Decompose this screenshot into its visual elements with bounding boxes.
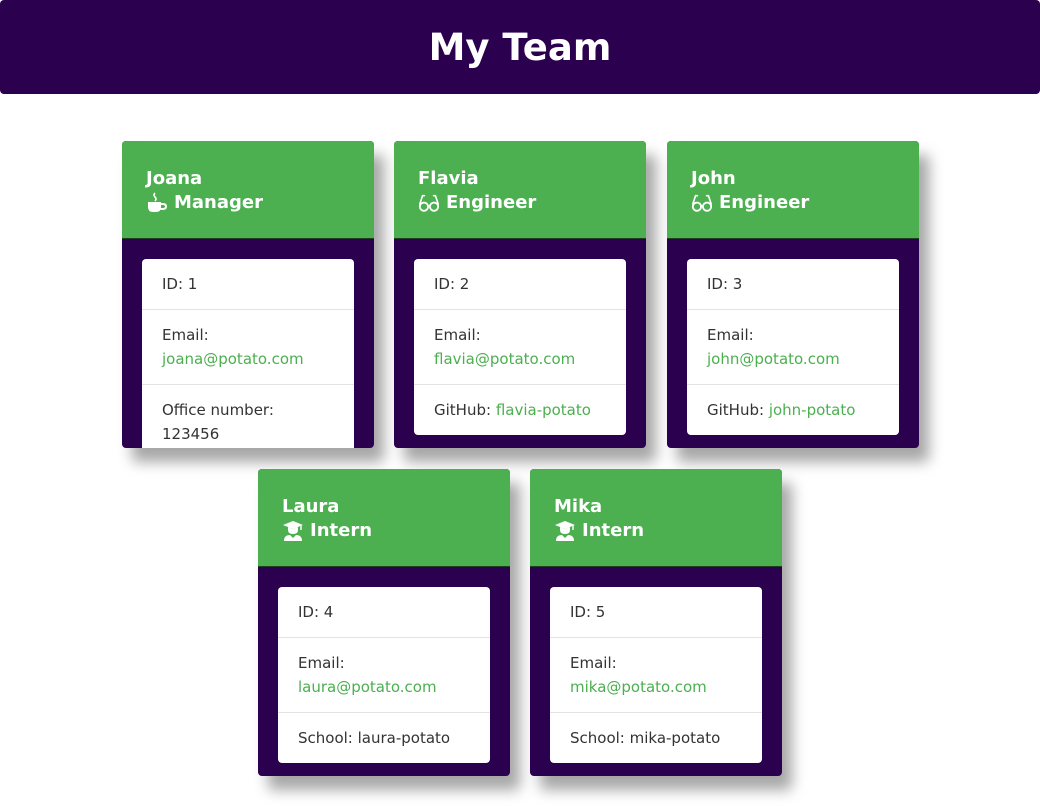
github-label: GitHub: [434,401,496,419]
school-label: School: [570,729,630,747]
glasses-icon [691,192,713,214]
office-number-value: 123456 [162,425,220,443]
employee-id: ID: 5 [550,587,762,638]
email-link[interactable]: flavia@potato.com [434,347,606,371]
coffee-icon [146,192,168,214]
employee-id: ID: 3 [687,259,899,310]
employee-role: Engineer [418,191,646,215]
card-header: Flavia Engineer [394,141,646,239]
email-label: Email: [298,654,345,672]
school-label: School: [298,729,358,747]
employee-details: ID: 2 Email: flavia@potato.com GitHub: f… [414,259,626,435]
github-link[interactable]: flavia-potato [496,401,591,419]
employee-id: ID: 4 [278,587,490,638]
employee-name: Flavia [418,168,479,189]
employee-role-label: Engineer [446,192,537,213]
github-row: GitHub: john-potato [687,385,899,435]
employee-details: ID: 4 Email: laura@potato.com School: la… [278,587,490,763]
glasses-icon [418,192,440,214]
employee-card: Joana Manager ID: 1 Email: joana@potato.… [122,141,374,448]
card-header: Mika Intern [530,469,782,567]
school-row: School: mika-potato [550,713,762,763]
card-header: Laura Intern [258,469,510,567]
employee-role: Intern [282,519,510,543]
page-header: My Team [0,0,1040,94]
employee-name: Mika [554,496,603,517]
employee-role-label: Engineer [719,192,810,213]
employee-role-label: Intern [310,520,373,541]
employee-role: Engineer [691,191,919,215]
employee-card: Mika Intern ID: 5 Email: mika@potato.com… [530,469,782,776]
employee-card: John Engineer ID: 3 Email: john@potato.c… [667,141,919,448]
page-title: My Team [428,25,612,69]
github-label: GitHub: [707,401,769,419]
email-link[interactable]: john@potato.com [707,347,879,371]
employee-id: ID: 1 [142,259,354,310]
employee-email-row: Email: john@potato.com [687,310,899,385]
employee-details: ID: 1 Email: joana@potato.com Office num… [142,259,354,448]
office-number-row: Office number: 123456 [142,385,354,448]
employee-role-label: Manager [174,192,263,213]
employee-email-row: Email: mika@potato.com [550,638,762,713]
employee-email-row: Email: laura@potato.com [278,638,490,713]
email-link[interactable]: laura@potato.com [298,675,470,699]
card-header: Joana Manager [122,141,374,239]
employee-details: ID: 5 Email: mika@potato.com School: mik… [550,587,762,763]
employee-card: Flavia Engineer ID: 2 Email: flavia@pota… [394,141,646,448]
email-link[interactable]: joana@potato.com [162,347,334,371]
school-value: laura-potato [357,729,451,747]
employee-name: John [691,168,736,189]
school-row: School: laura-potato [278,713,490,763]
school-value: mika-potato [629,729,721,747]
github-link[interactable]: john-potato [769,401,856,419]
github-row: GitHub: flavia-potato [414,385,626,435]
employee-email-row: Email: flavia@potato.com [414,310,626,385]
email-label: Email: [707,326,754,344]
employee-role-label: Intern [582,520,645,541]
employee-email-row: Email: joana@potato.com [142,310,354,385]
card-header: John Engineer [667,141,919,239]
email-label: Email: [434,326,481,344]
employee-name: Joana [146,168,203,189]
employee-card: Laura Intern ID: 4 Email: laura@potato.c… [258,469,510,776]
email-label: Email: [570,654,617,672]
email-link[interactable]: mika@potato.com [570,675,742,699]
employee-name: Laura [282,496,340,517]
graduate-icon [282,520,304,542]
employee-details: ID: 3 Email: john@potato.com GitHub: joh… [687,259,899,435]
employee-id: ID: 2 [414,259,626,310]
email-label: Email: [162,326,209,344]
employee-role: Manager [146,191,374,215]
employee-role: Intern [554,519,782,543]
office-number-label: Office number: [162,401,274,419]
graduate-icon [554,520,576,542]
